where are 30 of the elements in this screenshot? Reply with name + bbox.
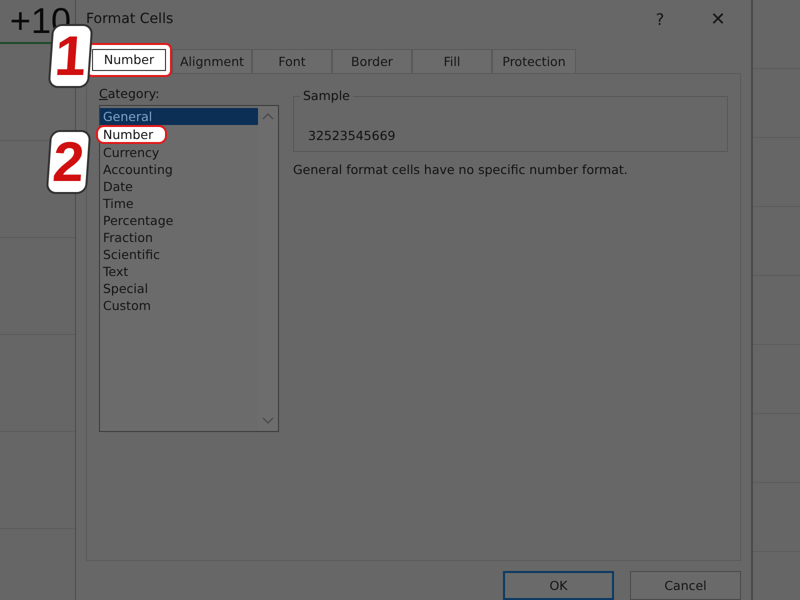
- tab[interactable]: Font: [252, 48, 332, 73]
- step-number: 2: [48, 132, 90, 192]
- category-item[interactable]: Percentage: [100, 212, 258, 229]
- sample-legend: Sample: [300, 88, 353, 103]
- category-item[interactable]: Custom: [100, 296, 258, 314]
- window-title: Format Cells: [86, 11, 174, 28]
- category-item[interactable]: Fraction: [100, 228, 258, 246]
- format-description: General format cells have no specific number format.: [293, 162, 629, 177]
- tab[interactable]: Fill: [412, 48, 492, 73]
- dialog-button[interactable]: Cancel: [630, 571, 741, 600]
- help-button[interactable]: ?: [631, 1, 689, 38]
- scroll-up-icon[interactable]: [262, 112, 274, 120]
- category-item[interactable]: Time: [100, 194, 258, 212]
- sample-value: 32523545669: [308, 128, 396, 143]
- category-item[interactable]: Text: [100, 262, 258, 280]
- close-button[interactable]: ✕: [689, 1, 747, 38]
- tab[interactable]: Border: [332, 48, 412, 73]
- category-item[interactable]: Date: [100, 178, 258, 195]
- category-item[interactable]: Number: [96, 124, 167, 144]
- category-item[interactable]: General: [100, 108, 258, 125]
- category-item[interactable]: Scientific: [100, 246, 258, 263]
- category-item[interactable]: Accounting: [100, 160, 258, 178]
- category-item[interactable]: Currency: [100, 144, 258, 161]
- tab[interactable]: Protection: [492, 48, 576, 73]
- category-label: Category:: [99, 86, 160, 101]
- category-item[interactable]: Special: [100, 280, 258, 297]
- category-list[interactable]: General Number Currency Accounting Date Time Percentage Fraction Scientific Text Special Custom: [99, 104, 279, 432]
- tab[interactable]: Alignment: [172, 48, 252, 73]
- dialog-button[interactable]: OK: [503, 571, 614, 600]
- scroll-down-icon[interactable]: [262, 416, 274, 425]
